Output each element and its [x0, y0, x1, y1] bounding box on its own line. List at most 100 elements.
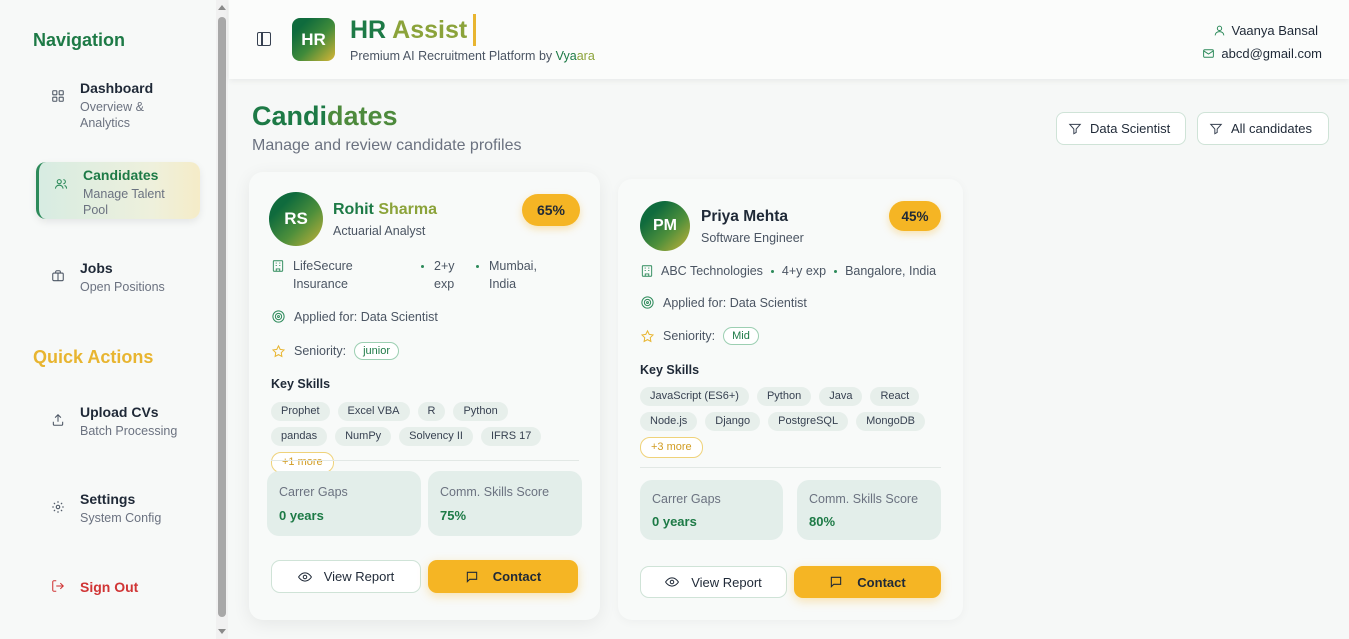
sidebar-item-jobs[interactable]: Jobs Open Positions — [36, 259, 200, 295]
top-header: HR HR Assist Premium AI Recruitment Plat… — [229, 0, 1349, 79]
page-title-part: Candi — [252, 101, 328, 131]
seniority-row: Seniority: junior — [271, 342, 400, 360]
sidebar-item-dashboard[interactable]: Dashboard Overview & Analytics — [36, 79, 200, 131]
scroll-up-arrow[interactable] — [218, 5, 226, 10]
logo: HR — [292, 18, 335, 61]
career-gaps-card: Carrer Gaps 0 years — [267, 471, 421, 536]
skill-chip: R — [417, 402, 446, 421]
candidate-location: Mumbai, India — [489, 259, 537, 291]
candidate-card: RS Rohit Sharma Actuarial Analyst 65% Li… — [249, 172, 600, 620]
gear-icon — [36, 490, 80, 514]
user-icon — [1214, 25, 1224, 35]
page-title: Candidates — [252, 101, 398, 132]
star-icon — [640, 329, 655, 342]
sidebar-item-subtitle: Overview & Analytics — [80, 100, 144, 130]
filter-label: Data Scientist — [1090, 121, 1171, 136]
skill-chip: NumPy — [335, 427, 392, 446]
scroll-down-arrow[interactable] — [218, 629, 226, 634]
match-score-badge: 45% — [889, 201, 941, 231]
brand-title-part: Assist — [392, 16, 468, 44]
button-label: View Report — [323, 569, 395, 584]
skill-chip: MongoDB — [856, 412, 925, 431]
sidebar-item-candidates[interactable]: Candidates Manage Talent Pool — [36, 162, 200, 219]
skill-chip: Python — [756, 387, 812, 406]
stat-value: 0 years — [652, 514, 697, 529]
separator-dot — [770, 270, 774, 273]
upload-icon — [36, 403, 80, 427]
skill-chip: Node.js — [640, 412, 698, 431]
candidate-name: Rohit Sharma — [333, 201, 437, 219]
avatar: RS — [269, 192, 323, 246]
button-label: Contact — [857, 574, 906, 590]
sidebar-item-label: Dashboard — [80, 80, 154, 96]
skill-chip: pandas — [271, 427, 328, 446]
candidate-company: LifeSecure Insurance — [293, 259, 353, 291]
sidebar-item-upload-cvs[interactable]: Upload CVs Batch Processing — [36, 403, 200, 439]
stat-label: Comm. Skills Score — [440, 485, 550, 499]
skill-chip: Java — [819, 387, 863, 406]
contact-button[interactable]: Contact — [428, 560, 578, 593]
more-skills-chip[interactable]: +3 more — [640, 437, 703, 458]
eye-icon — [665, 577, 680, 587]
sign-out-button[interactable]: Sign Out — [36, 578, 200, 596]
stat-label: Carrer Gaps — [652, 492, 721, 506]
sign-out-label: Sign Out — [80, 579, 139, 595]
tagline-text: Premium AI Recruitment Platform by — [350, 49, 556, 63]
sidebar-item-settings[interactable]: Settings System Config — [36, 490, 200, 526]
divider — [640, 467, 941, 468]
candidate-experience: 4+y exp — [781, 264, 827, 278]
page-title-part: dates — [327, 101, 398, 131]
sidebar-item-subtitle: Manage Talent Pool — [83, 187, 165, 217]
sidebar-toggle-icon[interactable] — [257, 32, 271, 46]
message-icon — [831, 576, 842, 588]
target-icon — [641, 296, 654, 309]
candidate-experience: 2+y exp — [434, 259, 455, 291]
brand-title-part: HR — [350, 16, 393, 44]
contact-button[interactable]: Contact — [794, 566, 941, 598]
filter-status-button[interactable]: All candidates — [1197, 112, 1329, 145]
more-skills-chip[interactable]: +1 more — [271, 452, 334, 473]
filter-icon — [1068, 123, 1082, 134]
candidate-name: Priya Mehta — [701, 208, 789, 225]
navigation-heading: Navigation — [33, 30, 126, 50]
seniority-label: Seniority: — [294, 344, 347, 358]
avatar: PM — [640, 201, 690, 251]
applied-for-text: Applied for: Data Scientist — [663, 295, 807, 310]
star-icon — [271, 344, 286, 357]
sidebar-item-label: Jobs — [80, 260, 113, 276]
skill-chip: Python — [453, 402, 508, 421]
users-icon — [39, 166, 83, 191]
applied-for-text: Applied for: Data Scientist — [294, 309, 438, 324]
skills-list: Prophet Excel VBA R Python pandas NumPy … — [271, 402, 571, 473]
target-icon — [272, 310, 285, 323]
skill-chip: React — [870, 387, 920, 406]
view-report-button[interactable]: View Report — [640, 566, 787, 598]
candidate-card: PM Priya Mehta Software Engineer 45% ABC… — [618, 179, 963, 620]
comm-skills-card: Comm. Skills Score 75% — [428, 471, 582, 536]
building-icon — [272, 260, 284, 272]
scrollbar-thumb[interactable] — [218, 17, 226, 617]
seniority-label: Seniority: — [663, 329, 716, 343]
candidate-role: Software Engineer — [701, 231, 804, 245]
stat-label: Comm. Skills Score — [809, 492, 919, 506]
sidebar-item-label: Upload CVs — [80, 404, 159, 420]
sidebar-scrollbar[interactable] — [216, 0, 228, 639]
eye-icon — [297, 571, 312, 582]
stat-value: 75% — [440, 508, 467, 523]
mail-icon — [1203, 48, 1215, 58]
divider — [271, 460, 579, 461]
match-score-badge: 65% — [522, 194, 580, 226]
page-subtitle: Manage and review candidate profiles — [252, 137, 522, 154]
sidebar-item-subtitle: System Config — [80, 511, 162, 525]
building-icon — [641, 265, 653, 277]
skill-chip: Excel VBA — [337, 402, 410, 421]
filter-job-button[interactable]: Data Scientist — [1056, 112, 1186, 145]
message-icon — [466, 571, 477, 583]
tagline-brand: ara — [576, 49, 595, 63]
view-report-button[interactable]: View Report — [271, 560, 421, 593]
candidate-first-name: Rohit — [333, 201, 379, 218]
seniority-row: Seniority: Mid — [640, 327, 759, 345]
candidate-meta: ABC Technologies 4+y exp Bangalore, Indi… — [640, 262, 960, 280]
sidebar-item-subtitle: Batch Processing — [80, 424, 178, 438]
brand-title: HR Assist — [350, 16, 467, 45]
